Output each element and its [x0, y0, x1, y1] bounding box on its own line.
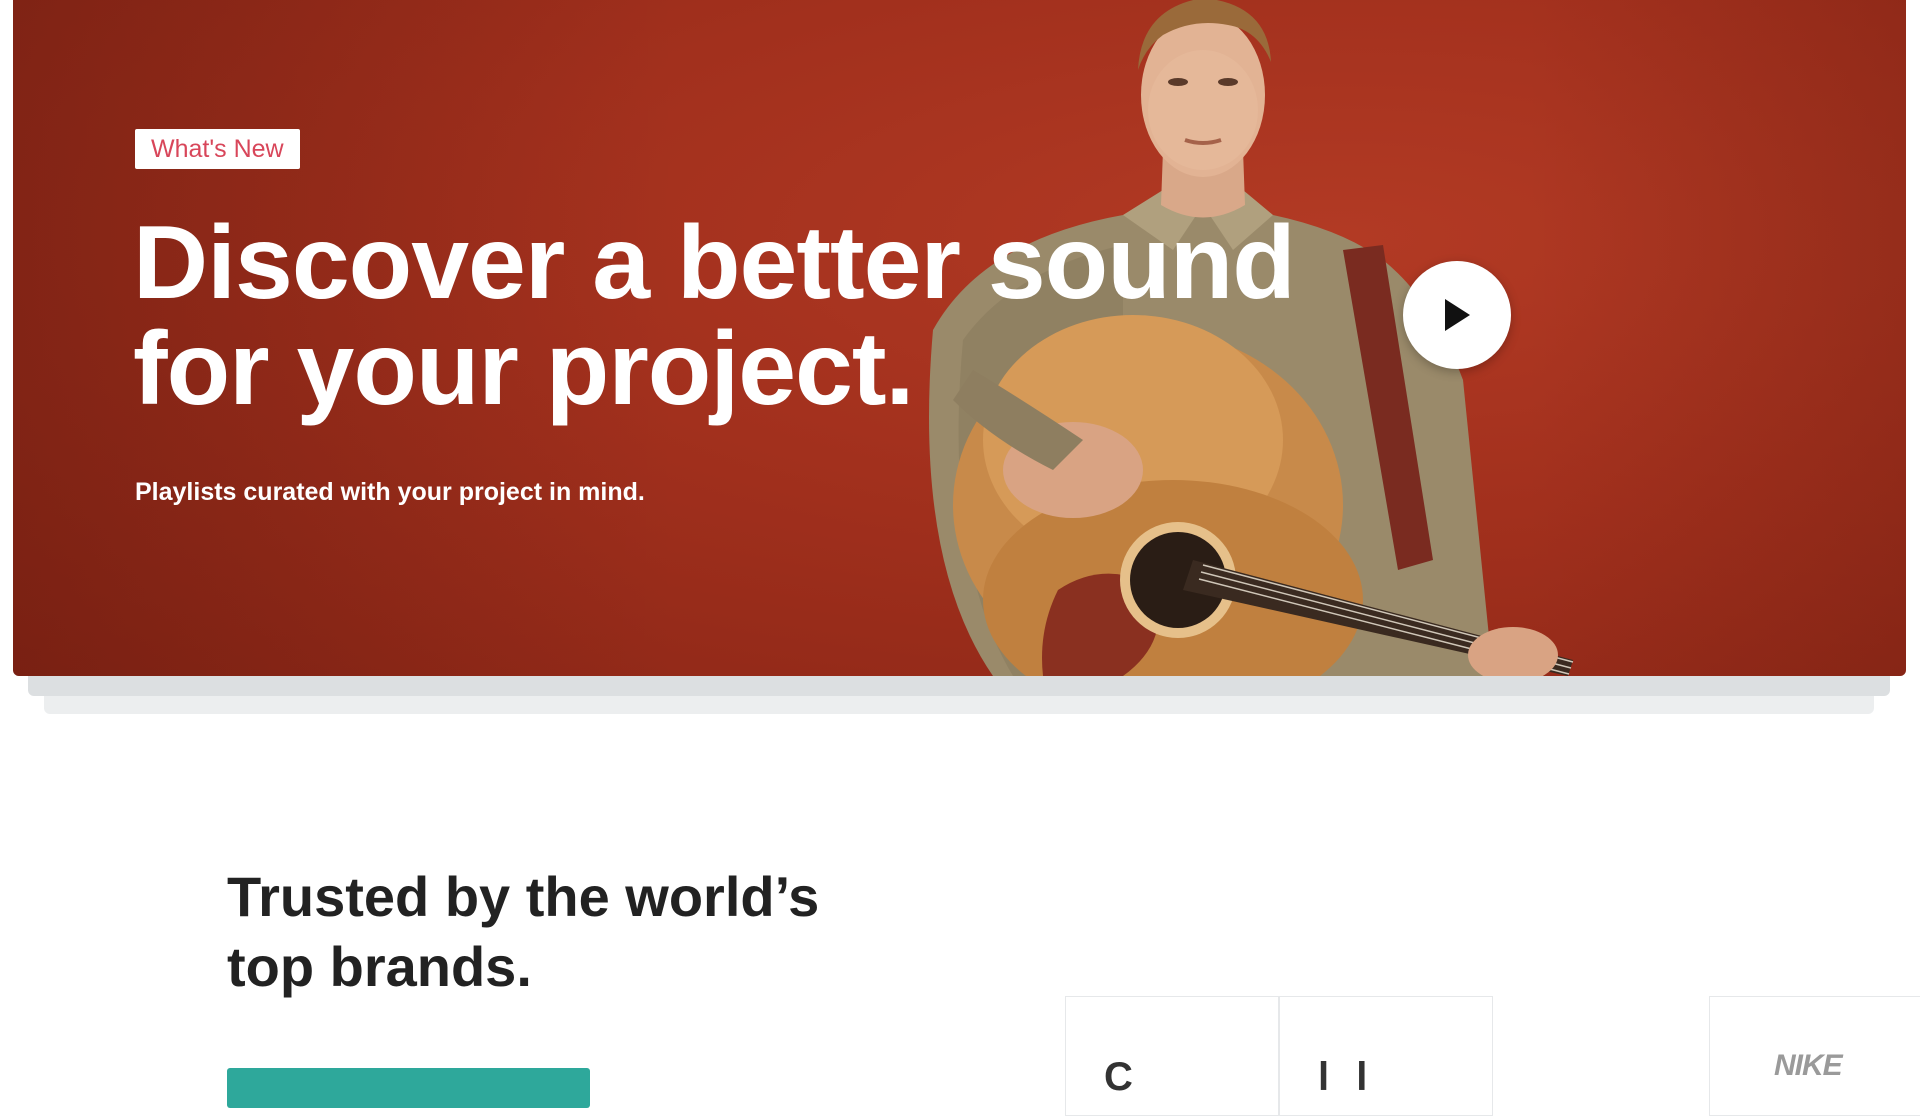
play-video-button[interactable] [1403, 261, 1511, 369]
nike-logo: NIKE [1774, 1049, 1843, 1082]
trusted-title-line-2: top brands. [227, 935, 532, 998]
hero-title-line-2: for your project. [133, 311, 914, 427]
brand-logo-tile-1: C [1065, 996, 1279, 1116]
trusted-title: Trusted by the world’s top brands. [227, 862, 927, 1002]
cta-button[interactable] [227, 1068, 590, 1108]
hero-title-line-1: Discover a better sound [133, 205, 1296, 321]
hero-title: Discover a better sound for your project… [133, 210, 1383, 422]
brand-logo-tile-2: l l [1279, 996, 1493, 1116]
brand-logo-2: l l [1318, 1055, 1376, 1099]
brand-logo-1: C [1104, 1055, 1141, 1099]
whats-new-badge: What's New [135, 129, 300, 169]
hero-subtitle: Playlists curated with your project in m… [135, 478, 645, 506]
hero-banner: What's New Discover a better sound for y… [13, 0, 1906, 676]
trusted-title-line-1: Trusted by the world’s [227, 865, 820, 928]
play-icon [1445, 299, 1470, 331]
brand-logo-tile-nike: NIKE [1709, 996, 1920, 1116]
